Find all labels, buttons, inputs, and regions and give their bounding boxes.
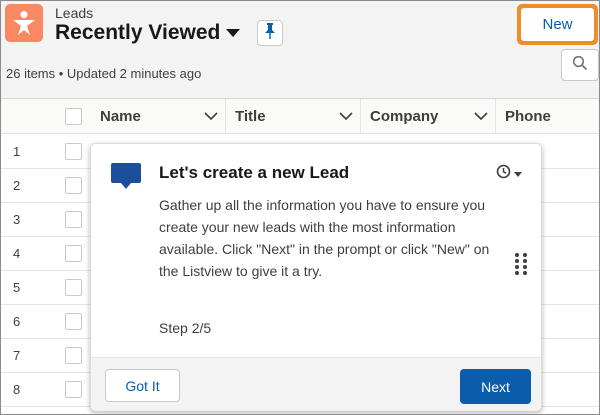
row-number: 5 bbox=[13, 280, 21, 295]
walkthrough-prompt: Let's create a new Lead Gather up all th… bbox=[90, 143, 542, 411]
row-number: 4 bbox=[13, 246, 21, 261]
row-checkbox[interactable] bbox=[65, 177, 82, 194]
search-button[interactable] bbox=[561, 49, 599, 81]
row-checkbox[interactable] bbox=[65, 245, 82, 262]
row-checkbox[interactable] bbox=[65, 381, 82, 398]
column-header-label: Company bbox=[370, 108, 439, 125]
next-button[interactable]: Next bbox=[460, 369, 531, 404]
caret-down-icon bbox=[514, 165, 522, 183]
row-checkbox[interactable] bbox=[65, 211, 82, 228]
prompt-body: Gather up all the information you have t… bbox=[159, 197, 490, 279]
row-number: 3 bbox=[13, 212, 21, 227]
row-number: 2 bbox=[13, 178, 21, 193]
column-header-phone[interactable]: Phone bbox=[496, 99, 599, 134]
new-button[interactable]: New bbox=[521, 8, 594, 41]
table-header-row: Name Title Company Phone bbox=[1, 99, 599, 134]
column-header-company[interactable]: Company bbox=[361, 99, 496, 134]
column-header-label: Title bbox=[235, 108, 266, 125]
row-number: 6 bbox=[13, 314, 21, 329]
object-label: Leads bbox=[55, 5, 94, 21]
row-checkbox[interactable] bbox=[65, 313, 82, 330]
row-checkbox[interactable] bbox=[65, 279, 82, 296]
caret-down-icon[interactable] bbox=[226, 25, 240, 41]
column-header-label: Phone bbox=[505, 108, 551, 125]
column-header-label: Name bbox=[100, 108, 141, 125]
snooze-prompt-button[interactable] bbox=[496, 164, 522, 184]
prompt-title: Let's create a new Lead bbox=[159, 163, 350, 182]
chevron-down-icon[interactable] bbox=[473, 108, 489, 124]
list-view-header: Leads Recently Viewed New 26 items • Upd… bbox=[1, 1, 599, 99]
row-checkbox[interactable] bbox=[65, 143, 82, 160]
list-view-title[interactable]: Recently Viewed bbox=[55, 21, 220, 45]
lead-star-icon bbox=[5, 4, 43, 42]
list-status-text: 26 items • Updated 2 minutes ago bbox=[6, 66, 202, 81]
chevron-down-icon[interactable] bbox=[338, 108, 354, 124]
salesforce-leads-window: Leads Recently Viewed New 26 items • Upd… bbox=[0, 0, 600, 415]
row-checkbox[interactable] bbox=[65, 347, 82, 364]
prompt-footer: Got It Next bbox=[91, 357, 541, 411]
pin-icon bbox=[264, 22, 276, 44]
pin-list-button[interactable] bbox=[257, 20, 283, 46]
row-number: 1 bbox=[13, 144, 21, 159]
column-header-name[interactable]: Name bbox=[91, 99, 226, 134]
prompt-step-indicator: Step 2/5 bbox=[159, 320, 212, 336]
chat-bubble-icon bbox=[111, 163, 141, 189]
row-number: 7 bbox=[13, 348, 21, 363]
clock-icon bbox=[496, 164, 511, 184]
select-all-checkbox[interactable] bbox=[65, 108, 82, 125]
column-header-title[interactable]: Title bbox=[226, 99, 361, 134]
chevron-down-icon[interactable] bbox=[203, 108, 219, 124]
row-number: 8 bbox=[13, 382, 21, 397]
search-icon bbox=[572, 55, 588, 76]
drag-handle-icon[interactable] bbox=[514, 252, 528, 276]
got-it-button[interactable]: Got It bbox=[105, 369, 180, 402]
